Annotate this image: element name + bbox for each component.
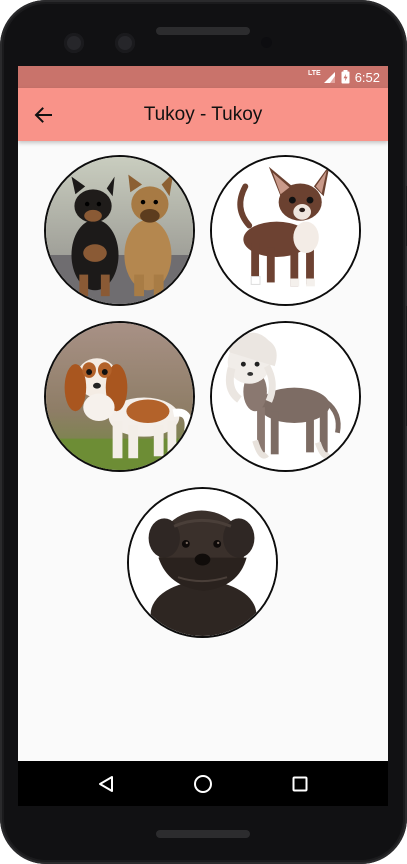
signal-icon [323, 71, 335, 83]
breed-item-chinese-crested[interactable] [210, 321, 361, 472]
circle-home-icon [193, 774, 212, 793]
breed-grid [18, 141, 388, 761]
dog-photo [129, 489, 276, 636]
status-bar: LTE 6:52 [18, 66, 388, 88]
battery-icon [341, 70, 350, 84]
earpiece-speaker [156, 27, 250, 35]
nav-home-button[interactable] [183, 764, 223, 804]
breed-item-chihuahua[interactable] [210, 155, 361, 306]
square-recents-icon [292, 776, 308, 791]
proximity-sensor [261, 37, 272, 48]
status-time: 6:52 [354, 69, 380, 85]
breed-item-affenpinscher[interactable] [127, 487, 278, 638]
nav-recents-button[interactable] [280, 764, 320, 804]
page-title: Tukoy - Tukoy [143, 104, 263, 125]
triangle-back-icon [99, 775, 114, 792]
back-button[interactable] [28, 100, 58, 130]
dog-photo [212, 157, 359, 304]
network-type: LTE [307, 70, 321, 77]
arrow-back-icon [34, 107, 52, 123]
system-nav-bar [18, 761, 388, 806]
dog-photo [46, 157, 193, 304]
front-sensor [115, 33, 135, 53]
nav-back-button[interactable] [86, 764, 126, 804]
dog-photo [212, 323, 359, 470]
breed-item-cavalier-king-charles-spaniel[interactable] [44, 321, 195, 472]
front-camera [64, 33, 84, 53]
bottom-speaker [156, 830, 250, 838]
dog-photo [46, 323, 193, 470]
app-bar: Tukoy - Tukoy [18, 88, 388, 141]
phone-frame: LTE 6:52 Tukoy - Tukoy [0, 0, 407, 864]
screen: LTE 6:52 Tukoy - Tukoy [18, 66, 388, 806]
breed-item-brussels-griffon[interactable] [44, 155, 195, 306]
